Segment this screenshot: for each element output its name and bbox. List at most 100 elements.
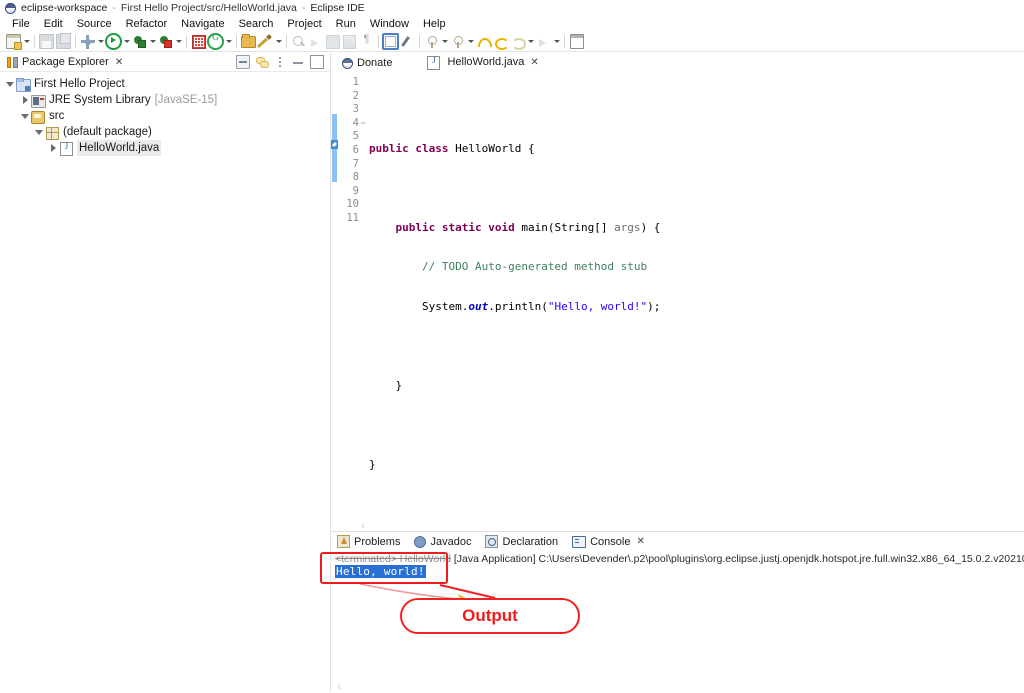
scroll-left-icon[interactable]: ‹	[361, 519, 365, 531]
new-class-dropdown[interactable]	[274, 33, 283, 50]
skip-breakpoints-button[interactable]	[399, 33, 416, 50]
new-wizard-button[interactable]	[5, 33, 22, 50]
chevron-down-icon[interactable]	[33, 130, 45, 135]
new-wizard-dropdown[interactable]	[22, 33, 31, 50]
chevron-right-icon[interactable]	[47, 144, 59, 152]
menu-item-refactor[interactable]: Refactor	[119, 16, 175, 32]
menu-item-project[interactable]: Project	[280, 16, 328, 32]
undo-dropdown[interactable]	[526, 33, 535, 50]
back-button[interactable]	[475, 33, 492, 50]
toolbar-divider	[378, 35, 379, 48]
tab-helloworld-java[interactable]: HelloWorld.java ✕	[422, 53, 547, 72]
previous-annotation-button[interactable]	[324, 33, 341, 50]
menu-item-run[interactable]: Run	[329, 16, 363, 32]
link-with-editor-icon[interactable]	[256, 56, 269, 68]
last-edit-location-button[interactable]	[341, 33, 358, 50]
debug-button[interactable]	[131, 33, 148, 50]
mark-occurrences-icon	[382, 33, 399, 50]
debug-dropdown[interactable]	[148, 33, 157, 50]
toolbar-group-new	[5, 32, 31, 51]
menu-item-edit[interactable]: Edit	[37, 16, 70, 32]
minimize-icon[interactable]	[292, 56, 304, 68]
external-tools-button[interactable]	[423, 33, 440, 50]
build-dropdown[interactable]	[96, 33, 105, 50]
redo-dropdown[interactable]	[552, 33, 561, 50]
scroll-left-icon[interactable]: ‹	[337, 680, 341, 692]
tab-package-explorer[interactable]: Package Explorer ✕	[4, 56, 123, 68]
redo-button[interactable]	[535, 33, 552, 50]
close-icon[interactable]: ✕	[636, 536, 644, 547]
code-editor[interactable]: 1 2 3 4 ⌐ 5 6 7 8 9 10 11 public class He…	[331, 72, 1024, 519]
menu-item-navigate[interactable]: Navigate	[174, 16, 231, 32]
git-repositories-button[interactable]	[207, 32, 224, 50]
editor-horizontal-scrollbar[interactable]: ‹	[331, 519, 1024, 531]
open-resource-button[interactable]	[240, 33, 257, 50]
menu-item-file[interactable]: File	[8, 16, 37, 32]
tree-label-default-package: (default package)	[63, 126, 152, 138]
chevron-down-icon[interactable]	[4, 82, 16, 87]
run-button[interactable]	[105, 33, 122, 50]
string-literal: "Hello, world!"	[547, 299, 648, 313]
search-button[interactable]	[290, 33, 307, 50]
toolbar-group-coverage	[190, 32, 233, 51]
new-editor-icon	[569, 34, 584, 49]
menu-item-search[interactable]: Search	[232, 16, 281, 32]
title-product-name: Eclipse IDE	[310, 2, 365, 14]
menu-item-source[interactable]: Source	[70, 16, 119, 32]
code-content[interactable]: public class HelloWorld { public static …	[363, 72, 1024, 519]
git-dropdown[interactable]	[224, 33, 233, 50]
toggle-mark-occurrences-button[interactable]	[382, 33, 399, 50]
menu-item-help[interactable]: Help	[416, 16, 453, 32]
println-call: .println(	[488, 299, 548, 313]
title-separator-1: -	[112, 2, 116, 14]
tab-javadoc[interactable]: Javadoc	[414, 535, 471, 548]
profile-button[interactable]	[157, 33, 174, 50]
tab-console[interactable]: Console ✕	[572, 535, 645, 548]
tab-declaration[interactable]: Declaration	[485, 535, 558, 548]
maximize-icon[interactable]	[310, 55, 324, 69]
external-tools-dropdown[interactable]	[440, 33, 449, 50]
coverage-button[interactable]	[190, 33, 207, 50]
new-editor-button[interactable]	[568, 33, 585, 50]
profile-dropdown[interactable]	[174, 33, 183, 50]
key-assist-dropdown[interactable]	[466, 33, 475, 50]
close-icon[interactable]: ✕	[115, 57, 123, 68]
build-button[interactable]	[79, 33, 96, 50]
tree-item-jre-library[interactable]: JRE System Library [JavaSE-15]	[0, 92, 330, 108]
tab-donate[interactable]: Donate	[337, 54, 400, 72]
forward-button[interactable]	[492, 33, 509, 50]
tab-problems[interactable]: Problems	[337, 535, 400, 548]
run-dropdown[interactable]	[122, 33, 131, 50]
search-icon	[292, 35, 305, 48]
pilcrow-button[interactable]	[358, 33, 375, 50]
tree-item-src[interactable]: src	[0, 108, 330, 124]
save-button[interactable]	[38, 33, 55, 50]
collapse-all-icon[interactable]	[236, 55, 250, 69]
menu-item-window[interactable]: Window	[363, 16, 416, 32]
coverage-icon	[191, 34, 206, 49]
kw-static: static	[441, 220, 489, 234]
key-assist-button[interactable]	[449, 33, 466, 50]
save-all-icon	[56, 33, 71, 49]
main-toolbar	[0, 32, 1024, 52]
tree-item-helloworld-java[interactable]: HelloWorld.java	[0, 140, 330, 156]
next-annotation-button[interactable]	[307, 33, 324, 50]
save-all-button[interactable]	[55, 33, 72, 50]
console-horizontal-scrollbar[interactable]: ‹	[331, 680, 1024, 692]
tree-item-default-package[interactable]: (default package)	[0, 124, 330, 140]
chevron-down-icon[interactable]	[19, 114, 31, 119]
stmt-end: );	[647, 299, 661, 313]
chevron-right-icon[interactable]	[19, 96, 31, 104]
source-folder-icon	[31, 110, 45, 124]
view-menu-icon[interactable]	[274, 56, 286, 68]
declaration-icon	[485, 535, 499, 548]
tree-item-project[interactable]: First Hello Project	[0, 76, 330, 92]
new-class-button[interactable]	[257, 33, 274, 50]
close-icon[interactable]: ✕	[530, 57, 538, 68]
save-icon	[39, 34, 54, 49]
fold-collapse-icon[interactable]: ⌐	[361, 117, 366, 131]
undo-button[interactable]	[509, 33, 526, 50]
tree-label-helloworld-java: HelloWorld.java	[77, 140, 162, 156]
toolbar-group-external	[423, 32, 475, 51]
